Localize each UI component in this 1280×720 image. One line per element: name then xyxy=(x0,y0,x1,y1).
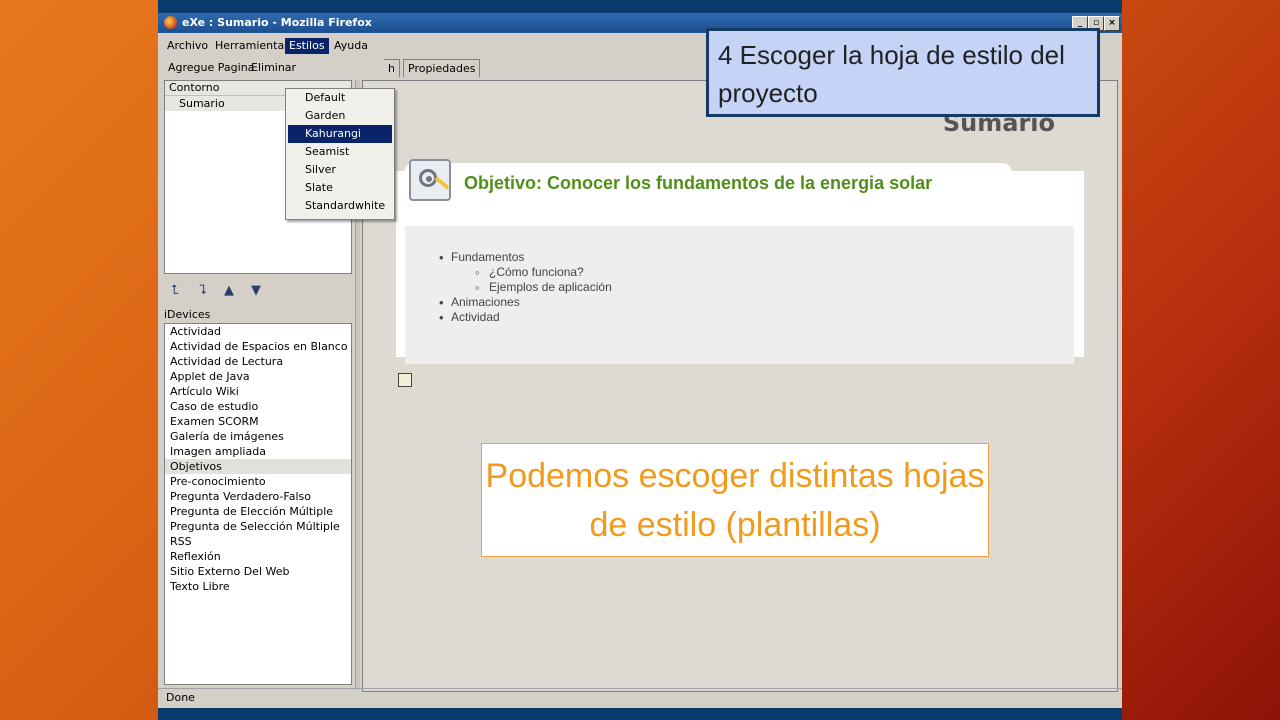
app-client-area: Archivo Herramientas Estilos Ayuda Agreg… xyxy=(158,33,1122,708)
list-item: Actividad xyxy=(439,310,612,325)
idevice-body: Fundamentos ¿Cómo funciona? Ejemplos de … xyxy=(405,226,1074,364)
promote-up-icon[interactable]: ⮤ xyxy=(167,283,183,299)
idevice-item[interactable]: Texto Libre xyxy=(165,579,351,594)
list-item: Ejemplos de aplicación xyxy=(451,280,612,295)
idevice-item[interactable]: RSS xyxy=(165,534,351,549)
idevice-item[interactable]: Actividad xyxy=(165,324,351,339)
style-option-seamist[interactable]: Seamist xyxy=(288,143,392,161)
idevice-item[interactable]: Applet de Java xyxy=(165,369,351,384)
idevice-item[interactable]: Pregunta Verdadero-Falso xyxy=(165,489,351,504)
idevice-item[interactable]: Sitio Externo Del Web xyxy=(165,564,351,579)
move-down-icon[interactable]: ▼ xyxy=(248,283,264,299)
note-callout: Podemos escoger distintas hojas de estil… xyxy=(481,443,989,557)
idevices-list: Actividad Actividad de Espacios en Blanc… xyxy=(164,323,352,685)
list-item: Fundamentos xyxy=(439,250,612,265)
style-option-default[interactable]: Default xyxy=(288,89,392,107)
step-callout: 4 Escoger la hoja de estilo del proyecto xyxy=(706,28,1100,117)
menu-herramientas[interactable]: Herramientas xyxy=(211,38,294,54)
idevice-title: Objetivo: Conocer los fundamentos de la … xyxy=(464,173,933,193)
estilos-dropdown: Default Garden Kahurangi Seamist Silver … xyxy=(285,88,395,220)
idevice-item[interactable]: Galería de imágenes xyxy=(165,429,351,444)
close-button[interactable]: × xyxy=(1104,16,1120,31)
idevice-item[interactable]: Caso de estudio xyxy=(165,399,351,414)
idevices-label: iDevices xyxy=(164,308,211,321)
menu-ayuda[interactable]: Ayuda xyxy=(330,38,372,54)
tab-partial[interactable]: h xyxy=(384,59,400,77)
style-option-kahurangi[interactable]: Kahurangi xyxy=(288,125,392,143)
slide-background-right xyxy=(1122,0,1280,720)
style-option-slate[interactable]: Slate xyxy=(288,179,392,197)
style-option-garden[interactable]: Garden xyxy=(288,107,392,125)
idevice-item[interactable]: Actividad de Espacios en Blanco xyxy=(165,339,351,354)
list-item: ¿Cómo funciona? xyxy=(451,265,612,280)
demote-down-icon[interactable]: ⮧ xyxy=(195,283,211,299)
add-page-button[interactable]: Agregue Pagina xyxy=(168,61,254,74)
idevice-item[interactable]: Examen SCORM xyxy=(165,414,351,429)
outline-item-sumario[interactable]: Sumario xyxy=(165,96,289,111)
style-option-standardwhite[interactable]: Standardwhite xyxy=(288,197,392,215)
idevice-item[interactable]: Imagen ampliada xyxy=(165,444,351,459)
idevice-item-selected[interactable]: Objetivos xyxy=(165,459,351,474)
firefox-icon xyxy=(164,16,177,29)
idevice-item[interactable]: Reflexión xyxy=(165,549,351,564)
tab-propiedades[interactable]: Propiedades xyxy=(403,59,481,77)
idevice-item[interactable]: Actividad de Lectura xyxy=(165,354,351,369)
idevice-item[interactable]: Artículo Wiki xyxy=(165,384,351,399)
slide-background-left xyxy=(0,0,158,720)
idevice-box: Objetivo: Conocer los fundamentos de la … xyxy=(396,159,1084,364)
objectives-target-icon xyxy=(409,159,451,201)
idevice-item[interactable]: Pregunta de Elección Múltiple xyxy=(165,504,351,519)
idevice-item[interactable]: Pregunta de Selección Múltiple xyxy=(165,519,351,534)
delete-button[interactable]: Eliminar xyxy=(251,61,296,74)
list-item: Animaciones xyxy=(439,295,612,310)
idevice-item[interactable]: Pre-conocimiento xyxy=(165,474,351,489)
move-up-icon[interactable]: ▲ xyxy=(221,283,237,299)
menu-estilos[interactable]: Estilos xyxy=(285,38,329,54)
content-pane: Sumario Objetivo: Conocer los fundamento… xyxy=(362,80,1118,692)
menu-archivo[interactable]: Archivo xyxy=(163,38,212,54)
status-bar: Done xyxy=(158,688,1122,706)
objectives-list: Fundamentos ¿Cómo funciona? Ejemplos de … xyxy=(439,250,612,325)
window-title: eXe : Sumario - Mozilla Firefox xyxy=(182,16,372,29)
style-option-silver[interactable]: Silver xyxy=(288,161,392,179)
edit-icon[interactable] xyxy=(398,373,412,387)
outline-arrows: ⮤ ⮧ ▲ ▼ xyxy=(164,281,350,303)
